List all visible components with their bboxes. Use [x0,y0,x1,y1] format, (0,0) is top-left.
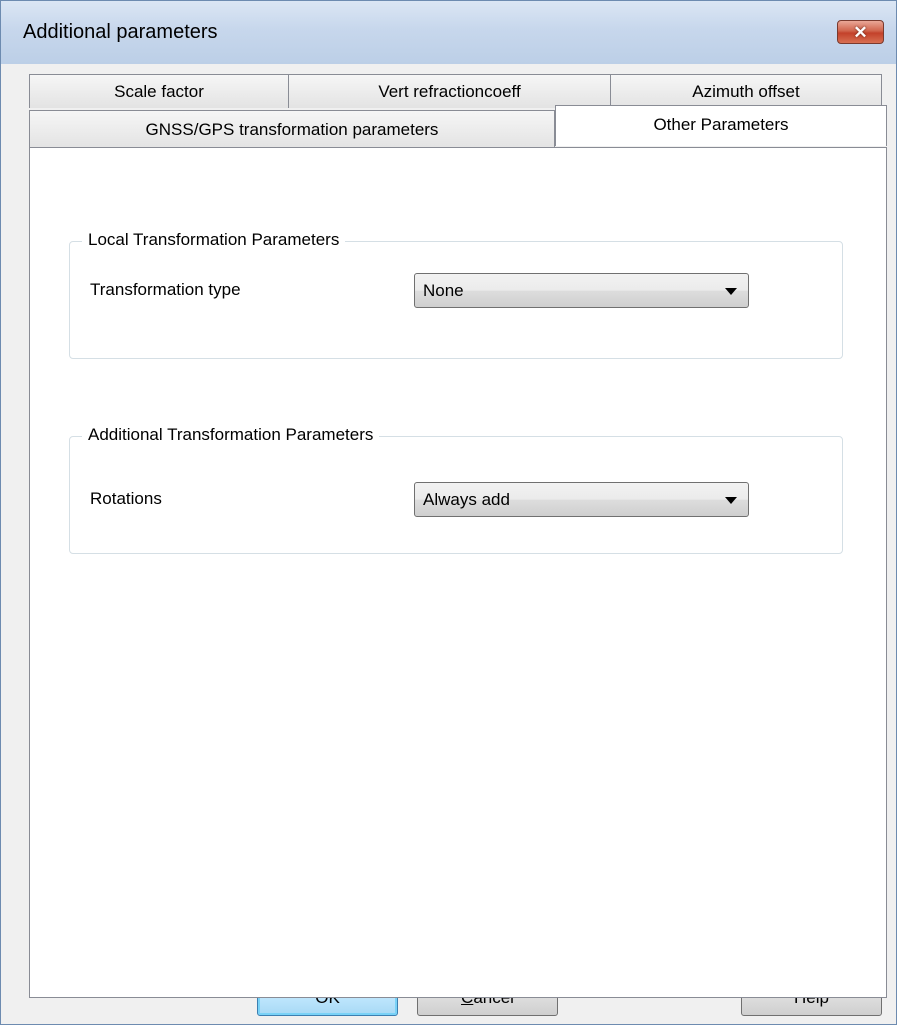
close-button[interactable]: ✕ [837,20,884,44]
window-title: Additional parameters [23,21,218,43]
tab-panel-other-parameters: Local Transformation Parameters Transfor… [29,147,887,998]
select-value: Always add [423,489,510,509]
tab-label: Other Parameters [653,115,789,134]
tab-vert-refraction-coeff[interactable]: Vert refractioncoeff [288,74,611,108]
tab-scale-factor[interactable]: Scale factor [29,74,289,108]
chevron-down-icon [725,497,737,504]
rotations-label: Rotations [90,489,162,508]
tab-label: Azimuth offset [692,81,800,101]
tab-other-parameters[interactable]: Other Parameters [555,105,887,146]
transformation-type-select[interactable]: None [414,273,749,308]
tab-label: GNSS/GPS transformation parameters [145,119,439,139]
tab-azimuth-offset[interactable]: Azimuth offset [610,74,882,108]
group-legend: Local Transformation Parameters [82,230,346,250]
title-bar: Additional parameters ✕ [1,1,896,64]
tab-label: Vert refractioncoeff [378,81,521,101]
group-legend: Additional Transformation Parameters [82,425,380,445]
close-icon: ✕ [853,22,868,42]
tab-gnss-gps-transformation[interactable]: GNSS/GPS transformation parameters [29,110,555,148]
chevron-down-icon [725,288,737,295]
rotations-select[interactable]: Always add [414,482,749,517]
select-value: None [423,280,464,300]
transformation-type-label: Transformation type [90,280,241,299]
tab-label: Scale factor [114,81,204,101]
